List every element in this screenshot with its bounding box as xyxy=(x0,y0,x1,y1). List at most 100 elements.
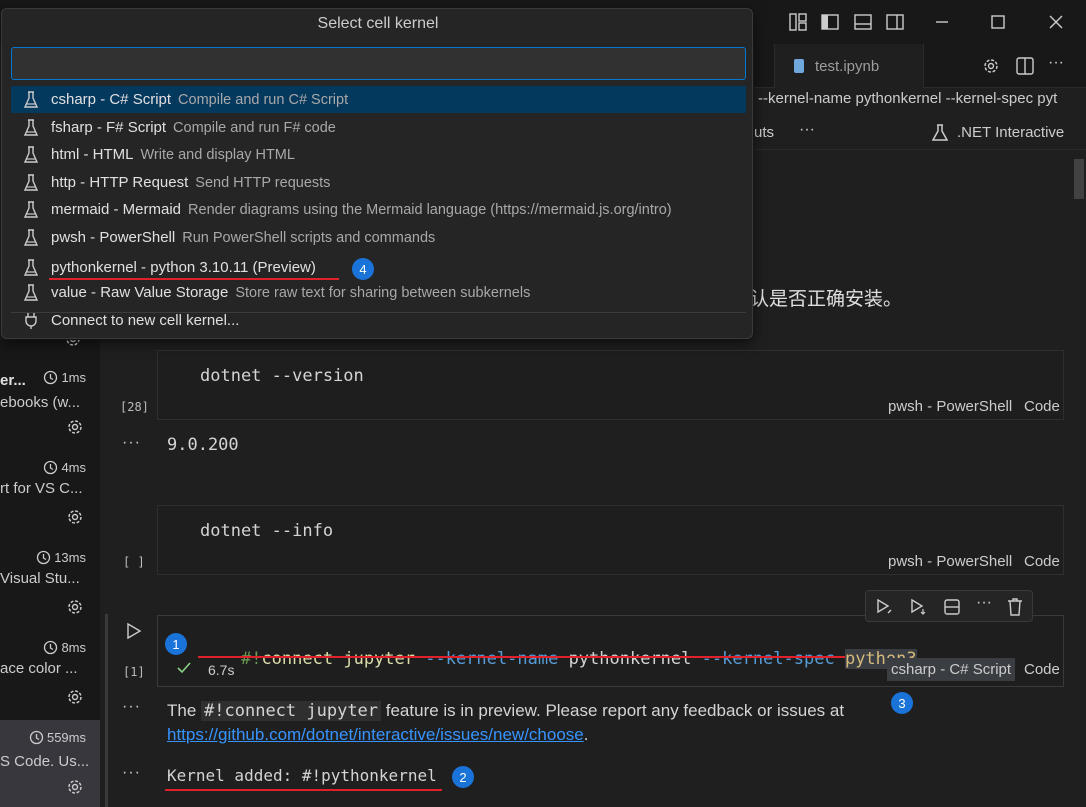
close-icon[interactable] xyxy=(1044,10,1068,34)
scrollbar-thumb[interactable] xyxy=(1074,159,1084,199)
kernel-flask-icon xyxy=(11,228,51,247)
execution-count: [28] xyxy=(120,400,149,414)
tab-test-ipynb[interactable]: test.ipynb xyxy=(774,44,924,88)
gear-icon[interactable] xyxy=(66,598,84,620)
toggle-panel-icon[interactable] xyxy=(851,10,875,34)
cell-kernel-picker[interactable]: pwsh - PowerShell xyxy=(888,398,1012,415)
kernel-option-fsharp[interactable]: fsharp - F# Script Compile and run F# cod… xyxy=(11,114,746,141)
split-editor-icon[interactable] xyxy=(1016,57,1034,78)
kernel-flask-icon xyxy=(11,173,51,192)
cell-language-label[interactable]: Code xyxy=(1024,398,1060,415)
plug-icon xyxy=(11,312,51,330)
minimize-icon[interactable] xyxy=(930,10,954,34)
notebook-file-icon xyxy=(793,58,805,77)
quick-pick-input[interactable] xyxy=(11,47,746,80)
history-icon xyxy=(37,550,51,565)
execute-below-icon[interactable] xyxy=(909,598,927,619)
list-item-title: er... xyxy=(0,372,26,389)
list-item-title: rt for VS C... xyxy=(0,480,83,497)
feedback-link[interactable]: https://github.com/dotnet/interactive/is… xyxy=(167,725,584,744)
kernel-picker-button[interactable]: .NET Interactive xyxy=(957,124,1064,141)
list-item-title: Visual Stu... xyxy=(0,570,80,587)
gear-icon[interactable] xyxy=(64,340,82,351)
annotation-badge: 2 xyxy=(452,766,474,788)
more-actions-icon[interactable]: ··· xyxy=(1048,54,1064,72)
connect-new-kernel-option[interactable]: Connect to new cell kernel... xyxy=(11,307,746,334)
cell-kernel-picker[interactable]: csharp - C# Script xyxy=(887,658,1016,681)
cell-focus-indicator xyxy=(105,614,108,807)
list-item[interactable]: 8ms ace color ... xyxy=(0,640,100,730)
kernel-option-pythonkernel[interactable]: pythonkernel - python 3.10.11 (Preview) xyxy=(11,254,746,281)
side-panel: 1ms er... ebooks (w... 4ms rt for VS C..… xyxy=(0,340,100,807)
cell-code-text: #!connect jupyter --kernel-name pythonke… xyxy=(240,649,917,669)
list-item-title: S Code. Us... xyxy=(0,753,90,770)
breadcrumb[interactable]: --kernel-name pythonkernel --kernel-spec… xyxy=(754,90,1086,116)
annotation-underline xyxy=(198,656,845,658)
annotation-badge: 1 xyxy=(165,633,187,655)
annotation-badge: 4 xyxy=(352,258,374,280)
toggle-secondary-sidebar-icon[interactable] xyxy=(883,10,907,34)
notebook-toolbar: uts ··· .NET Interactive xyxy=(754,118,1086,150)
toolbar-more-icon[interactable]: ··· xyxy=(799,121,815,139)
kernel-flask-icon xyxy=(11,258,51,277)
gear-icon[interactable] xyxy=(66,778,84,800)
kernel-flask-icon xyxy=(931,123,949,146)
gear-icon[interactable] xyxy=(66,418,84,440)
execution-count: [ ] xyxy=(123,555,145,569)
kernel-option-csharp[interactable]: csharp - C# Script Compile and run C# Scr… xyxy=(11,86,746,113)
layout-customize-icon[interactable] xyxy=(786,10,810,34)
cell-code-text: dotnet --version xyxy=(200,366,364,386)
kernel-added-text: Kernel added: #!pythonkernel xyxy=(167,766,437,785)
list-item-selected[interactable]: 559ms S Code. Us... xyxy=(0,720,100,807)
maximize-icon[interactable] xyxy=(986,10,1010,34)
list-item[interactable]: 1ms er... ebooks (w... xyxy=(0,370,100,460)
outputs-button[interactable]: uts xyxy=(754,124,774,141)
toggle-primary-sidebar-icon[interactable] xyxy=(818,10,842,34)
kernel-flask-icon xyxy=(11,118,51,137)
list-item-title: ace color ... xyxy=(0,660,78,677)
cell-toolbar: ··· xyxy=(865,590,1033,622)
list-item-subtitle: ebooks (w... xyxy=(0,394,81,411)
preview-notice: The #!connect jupyter feature is in prev… xyxy=(167,701,845,744)
history-time: 13ms xyxy=(36,550,86,565)
list-item[interactable]: 4ms rt for VS C... xyxy=(0,460,100,550)
cell-more-icon[interactable]: ··· xyxy=(976,594,992,612)
kernel-option-html[interactable]: html - HTML Write and display HTML xyxy=(11,141,746,168)
history-time: 1ms xyxy=(43,370,86,385)
run-cell-icon[interactable] xyxy=(125,622,143,643)
settings-gear-icon[interactable] xyxy=(982,57,1000,78)
gear-icon[interactable] xyxy=(66,688,84,710)
kernel-flask-icon xyxy=(11,200,51,219)
cell-language-label[interactable]: Code xyxy=(1024,553,1060,570)
kernel-quick-pick: Select cell kernel csharp - C# Script Com… xyxy=(1,8,753,339)
history-time: 559ms xyxy=(29,730,86,745)
kernel-option-value[interactable]: value - Raw Value Storage Store raw text … xyxy=(11,279,746,306)
cell-output-text: 9.0.200 xyxy=(167,435,239,455)
cell-kernel-picker[interactable]: pwsh - PowerShell xyxy=(888,553,1012,570)
quick-pick-title: Select cell kernel xyxy=(317,15,439,32)
success-check-icon xyxy=(177,661,191,677)
history-time: 8ms xyxy=(43,640,86,655)
output-more-icon[interactable]: ··· xyxy=(122,434,141,452)
editor-tabs: test.ipynb ··· xyxy=(754,44,1086,88)
execute-above-icon[interactable] xyxy=(875,598,893,619)
kernel-option-pwsh[interactable]: pwsh - PowerShell Run PowerShell scripts … xyxy=(11,224,746,251)
split-cell-icon[interactable] xyxy=(943,598,961,619)
history-time: 4ms xyxy=(43,460,86,475)
history-icon xyxy=(44,460,58,475)
delete-cell-icon[interactable] xyxy=(1006,597,1024,620)
kernel-option-http[interactable]: http - HTTP Request Send HTTP requests xyxy=(11,169,746,196)
execution-duration: 6.7s xyxy=(208,662,235,678)
kernel-flask-icon xyxy=(11,283,51,302)
list-item[interactable]: 13ms Visual Stu... xyxy=(0,550,100,640)
gear-icon[interactable] xyxy=(66,508,84,530)
tab-label: test.ipynb xyxy=(815,58,880,75)
execution-count: [1] xyxy=(123,665,145,679)
output-more-icon[interactable]: ··· xyxy=(122,764,141,782)
kernel-flask-icon xyxy=(11,145,51,164)
annotation-badge: 3 xyxy=(891,692,913,714)
kernel-option-mermaid[interactable]: mermaid - Mermaid Render diagrams using t… xyxy=(11,196,746,223)
history-icon xyxy=(44,640,58,655)
cell-language-label[interactable]: Code xyxy=(1024,661,1060,678)
output-more-icon[interactable]: ··· xyxy=(122,698,141,716)
